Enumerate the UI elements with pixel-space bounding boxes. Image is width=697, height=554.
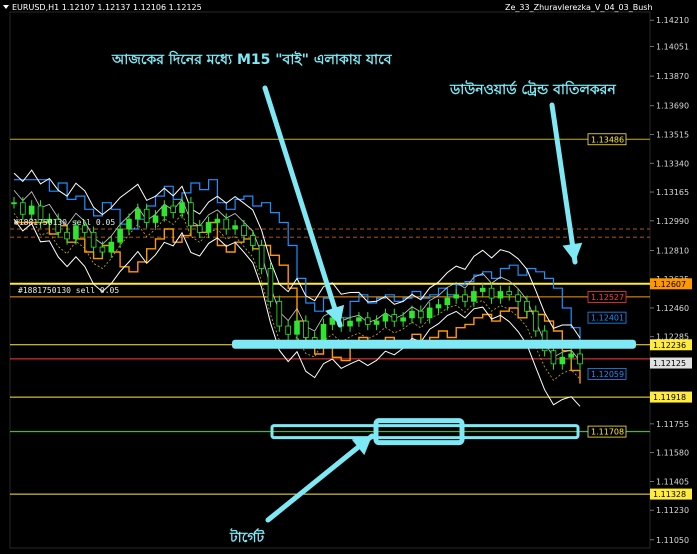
candle-body-11 xyxy=(108,241,115,253)
y-tick-label-18: 1.11050 xyxy=(656,536,689,545)
price-tag-3: 1.12401 xyxy=(591,314,624,323)
price-tag-7: 1.11918 xyxy=(653,393,686,402)
candle-body-48 xyxy=(435,304,442,309)
order-label-upper: #1881750130 sell 0.05 xyxy=(14,218,116,227)
candle-body-9 xyxy=(90,231,97,248)
candle-body-45 xyxy=(409,310,415,319)
y-tick-label-5: 1.13340 xyxy=(656,159,689,168)
price-tag-5: 1.12125 xyxy=(653,359,686,368)
candle-body-63 xyxy=(568,353,574,358)
candle-body-39 xyxy=(356,317,362,322)
y-tick-label-7: 1.12990 xyxy=(656,217,689,226)
candle-body-14 xyxy=(135,208,141,220)
candle-body-43 xyxy=(391,314,398,322)
candle-body-13 xyxy=(126,218,132,230)
candle-body-1 xyxy=(20,202,26,215)
candle-body-55 xyxy=(497,291,504,299)
arrow-invalidation-shaft xyxy=(549,102,578,265)
candle-body-25 xyxy=(232,225,238,230)
candle-body-32 xyxy=(294,320,300,335)
candle-body-27 xyxy=(249,235,256,246)
candle-body-64 xyxy=(577,353,583,365)
candle-body-26 xyxy=(241,225,247,237)
y-tick-label-2: 1.13870 xyxy=(656,72,689,81)
candle-body-21 xyxy=(196,225,203,233)
annotation-target: টার্গেট xyxy=(230,530,265,546)
candle-body-57 xyxy=(515,294,521,302)
price-tag-4: 1.12236 xyxy=(653,341,686,350)
order-label-lower: #1881750130 sell 0.05 xyxy=(18,286,120,295)
y-tick-label-0: 1.14210 xyxy=(656,16,689,25)
candle-body-41 xyxy=(373,320,380,325)
candle-body-46 xyxy=(418,310,424,319)
price-tag-8: 1.11708 xyxy=(591,428,624,437)
candle-body-17 xyxy=(161,205,168,217)
symbol-header: EURUSD,H1 1.12107 1.12137 1.12106 1.1212… xyxy=(12,3,202,12)
annotation-right: ডাউনওয়ার্ড ট্রেন্ড বাতিলকরন xyxy=(450,82,616,98)
candle-body-62 xyxy=(559,356,566,365)
candle-body-31 xyxy=(285,325,291,335)
y-tick-label-10: 1.12460 xyxy=(656,304,689,313)
candle-body-0 xyxy=(11,202,17,205)
candle-body-59 xyxy=(532,310,539,332)
candle-body-24 xyxy=(223,218,230,230)
candle-body-42 xyxy=(382,314,389,322)
y-tick-label-1: 1.14051 xyxy=(656,42,689,51)
candle-body-29 xyxy=(267,268,274,302)
candle-body-38 xyxy=(347,320,353,327)
price-tag-6: 1.12059 xyxy=(591,370,624,379)
candle-body-33 xyxy=(303,320,309,338)
y-tick-label-6: 1.13165 xyxy=(656,188,689,197)
y-tick-label-4: 1.13515 xyxy=(656,130,689,139)
candle-body-28 xyxy=(258,245,265,269)
y-tick-label-3: 1.13690 xyxy=(656,102,689,111)
arrow-target-shaft xyxy=(265,433,375,523)
candle-body-30 xyxy=(276,300,283,327)
chart-window: 1.14210 1.14051 1.13870 1.13690 1.13515 1.133… xyxy=(0,0,697,554)
price-tag-2: 1.12527 xyxy=(591,293,624,302)
y-tick-label-8: 1.12810 xyxy=(656,246,689,255)
y-tick-label-17: 1.11230 xyxy=(656,506,689,515)
candle-body-7 xyxy=(73,225,79,240)
price-tag-9: 1.11328 xyxy=(653,490,686,499)
price-tag-0: 1.13486 xyxy=(591,135,624,144)
candle-body-47 xyxy=(426,307,433,319)
annotation-top: আজকের দিনের মধ্যে M15 "বাই" এলাকায় যাবে xyxy=(112,52,392,68)
candle-body-16 xyxy=(152,215,159,223)
candle-body-20 xyxy=(188,202,194,227)
candle-body-22 xyxy=(205,222,212,233)
candle-body-10 xyxy=(99,246,106,253)
candle-body-44 xyxy=(400,317,406,322)
candle-body-51 xyxy=(462,294,468,302)
candle-body-18 xyxy=(170,205,176,213)
candle-body-53 xyxy=(479,287,486,292)
indicator-header: Ze_33_Zhuravlerezka_V_04_03_Bush xyxy=(505,3,653,12)
candle-body-52 xyxy=(471,291,477,302)
candle-body-35 xyxy=(320,323,327,342)
price-tag-1: 1.12607 xyxy=(653,280,686,289)
candle-body-12 xyxy=(117,228,123,243)
candle-body-6 xyxy=(64,231,70,240)
header-dropdown-icon xyxy=(3,5,9,9)
candle-body-54 xyxy=(488,287,495,299)
y-tick-label-15: 1.11580 xyxy=(656,449,689,458)
candle-body-23 xyxy=(214,218,221,223)
y-tick-label-14: 1.11755 xyxy=(656,420,689,429)
y-tick-label-16: 1.11405 xyxy=(656,477,689,486)
candle-body-40 xyxy=(364,317,371,325)
candle-body-2 xyxy=(28,205,35,215)
candle-body-15 xyxy=(143,208,150,223)
candle-body-56 xyxy=(506,291,513,296)
candle-body-50 xyxy=(453,294,459,299)
candle-body-58 xyxy=(524,300,530,312)
buy-zone-bar xyxy=(232,339,636,349)
candle-body-19 xyxy=(179,202,185,213)
candle-body-49 xyxy=(444,297,451,306)
candle-body-61 xyxy=(550,350,557,365)
